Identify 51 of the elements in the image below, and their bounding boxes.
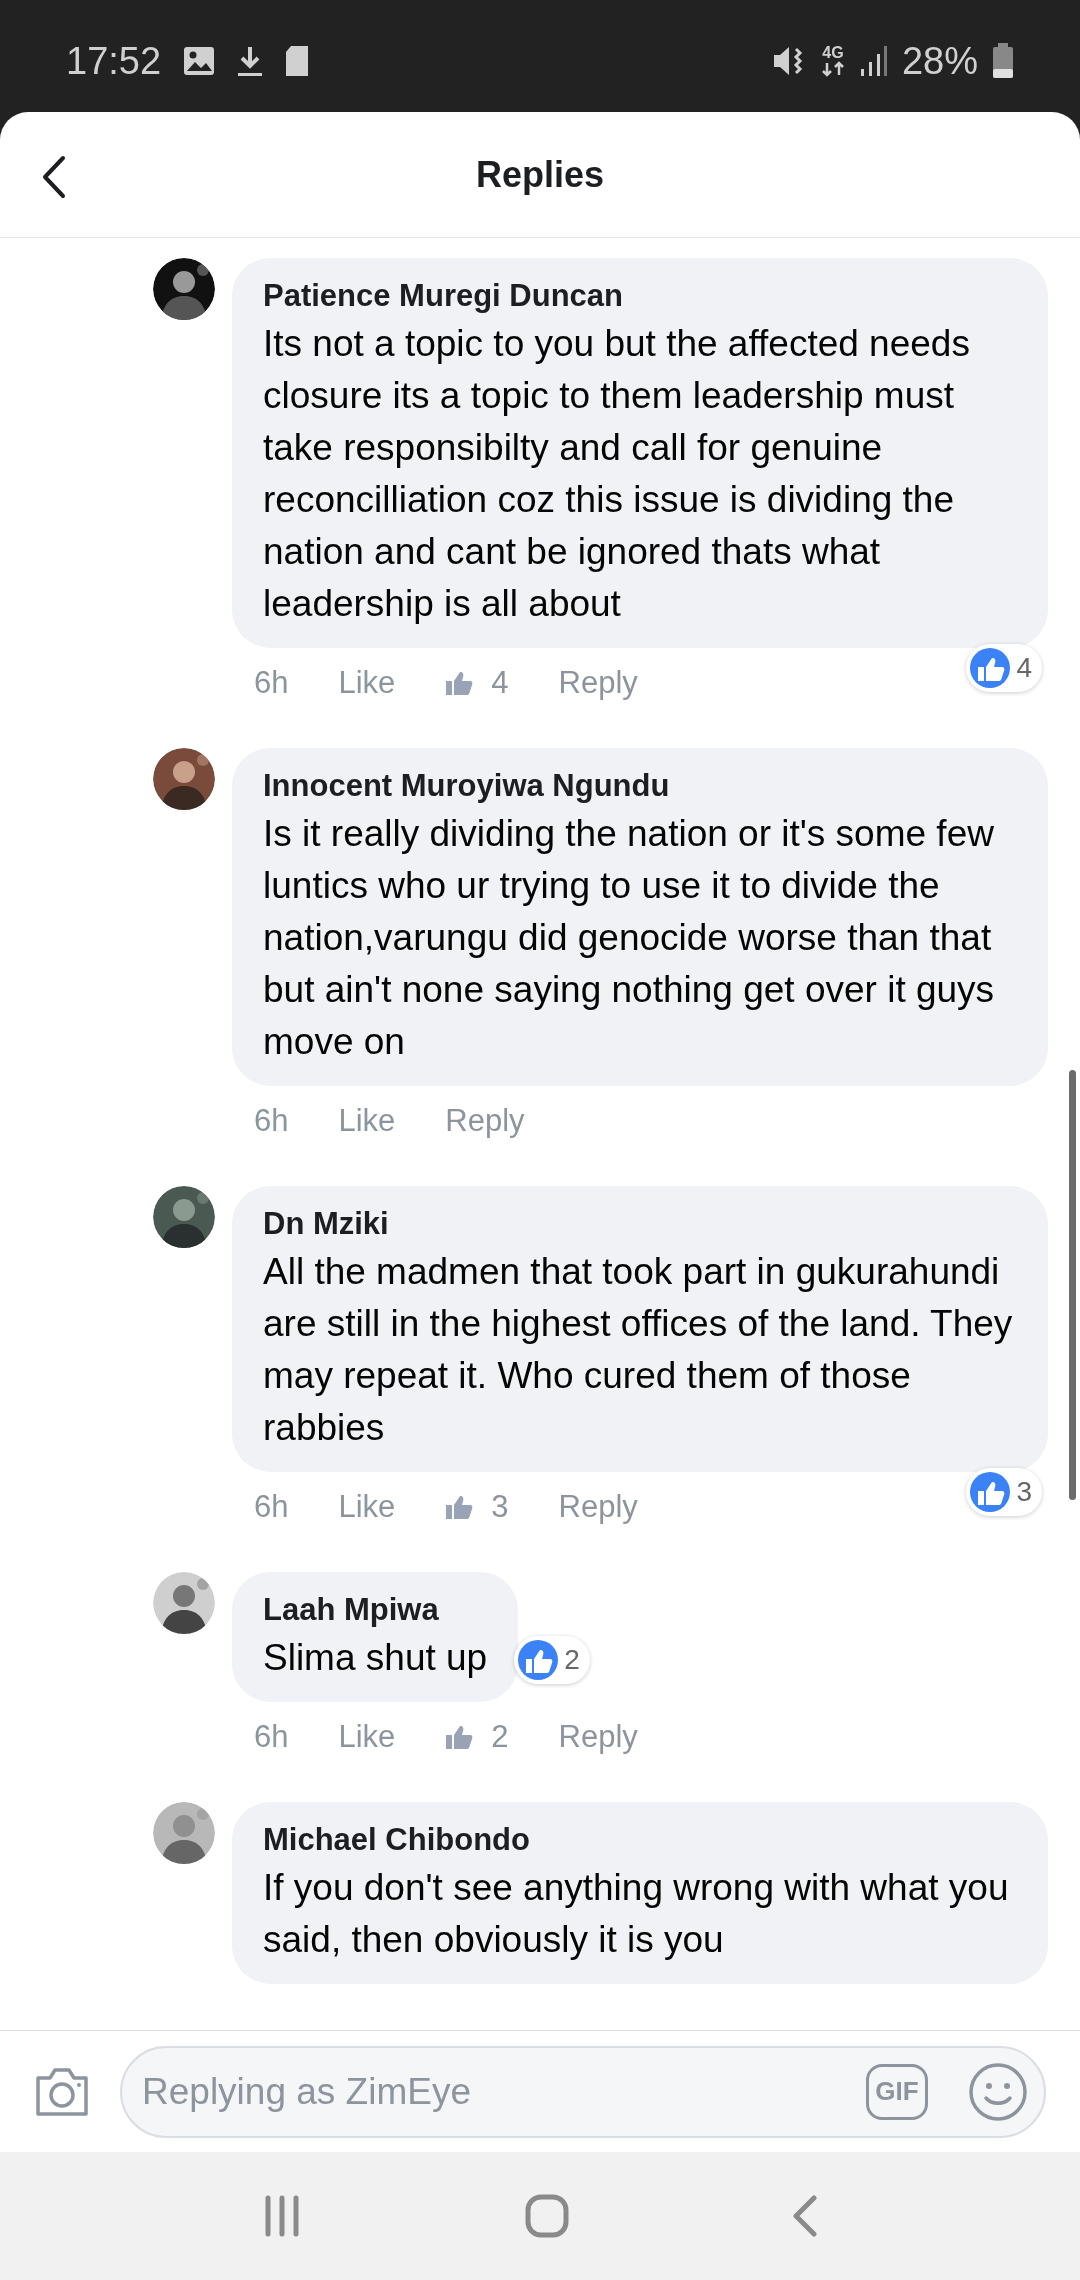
comment-time: 6h (254, 1487, 289, 1526)
comment-time: 6h (254, 1101, 289, 1140)
back-icon (42, 155, 66, 199)
home-icon[interactable] (525, 2194, 569, 2238)
like-icon (445, 1724, 474, 1750)
back-icon[interactable] (792, 2195, 819, 2237)
camera-icon[interactable] (34, 2065, 90, 2118)
reply-button[interactable]: Reply (445, 1097, 525, 1145)
comment-text: If you don't see anything wrong with what you said, then obviously it is you (263, 1866, 1010, 1962)
reply-button[interactable]: Reply (558, 659, 638, 707)
battery-icon (992, 43, 1014, 79)
image-icon (183, 46, 216, 76)
like-button[interactable]: Like (338, 659, 396, 707)
comment-time: 6h (254, 1717, 289, 1756)
reaction-badge[interactable]: 4 (966, 644, 1042, 692)
comment-text: Is it really dividing the nation or it's some few luntics who ur trying to use it to divide the nation,varungu did genocide worse than that but ain't none saying nothing get over it guys move on (263, 812, 996, 1064)
author-name[interactable]: Dn Mziki (263, 1202, 1017, 1246)
comment-time: 6h (254, 663, 289, 702)
like-count: 2 (445, 1713, 509, 1761)
comment-text: All the madmen that took part in gukurahundi are still in the highest offices of the land. They may repeat it. Who cured them of those rabbies (263, 1250, 1014, 1450)
clock-time: 17:52 (66, 38, 162, 84)
author-name[interactable]: Patience Muregi Duncan (263, 274, 1017, 318)
like-reaction-icon (518, 1640, 559, 1680)
battery-percent: 28% (901, 38, 978, 84)
like-button[interactable]: Like (338, 1097, 396, 1145)
author-name[interactable]: Laah Mpiwa (263, 1588, 488, 1632)
signal-icon (859, 45, 888, 77)
emoji-icon[interactable] (968, 2061, 1028, 2122)
author-name[interactable]: Innocent Muroyiwa Ngundu (263, 764, 1017, 808)
like-button[interactable]: Like (338, 1713, 396, 1761)
gif-button[interactable]: GIF (866, 2063, 928, 2120)
reply-button[interactable]: Reply (558, 1483, 638, 1531)
like-count: 3 (445, 1483, 509, 1531)
page-title: Replies (475, 152, 605, 197)
like-count: 4 (445, 659, 509, 707)
comment-text: Slima shut up (263, 1636, 488, 1680)
author-name[interactable]: Michael Chibondo (263, 1818, 1017, 1862)
reply-input-field[interactable]: Replying as ZimEye GIF (120, 2045, 1046, 2138)
like-icon (445, 670, 474, 696)
reply-button[interactable]: Reply (558, 1713, 638, 1761)
reaction-badge[interactable]: 3 (966, 1468, 1042, 1516)
like-reaction-icon (970, 648, 1011, 688)
like-icon (445, 1494, 474, 1520)
like-button[interactable]: Like (338, 1483, 396, 1531)
download-icon (237, 45, 264, 77)
reaction-badge[interactable]: 2 (514, 1636, 590, 1684)
comment-text: Its not a topic to you but the affected needs closure its a topic to them leadership must take responsibilty and call for genuine reconcilliation coz this issue is dividing the nation and cant be ignored thats what leadership is all about (263, 322, 971, 626)
network-indicator: 4G (819, 45, 846, 77)
scrollbar[interactable] (1069, 1070, 1076, 1500)
like-reaction-icon (970, 1472, 1011, 1512)
sd-card-icon (285, 45, 310, 77)
